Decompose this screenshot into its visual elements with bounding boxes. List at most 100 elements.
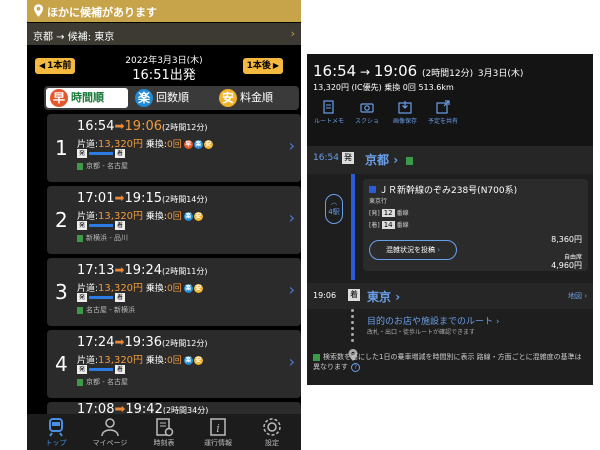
route-dep: 17:01 (77, 191, 115, 206)
route-detail-body: 16:54 発 京都 › ︿ 4駅 ＪＲ新幹線のぞみ238号(N700系) 東京… (307, 146, 593, 385)
stops-count-toggle[interactable]: ︿ 4駅 (325, 194, 343, 224)
route-badges: 楽安 (183, 211, 203, 222)
route-row[interactable]: 1 16:54➡19:06(2時間12分) 片道:13,320円 乗換:0回早楽安発… (47, 114, 301, 182)
cheap-badge-icon: 安 (219, 89, 237, 107)
arrival-station-row[interactable]: 19:06 着 東京 › 地図 › (307, 283, 593, 309)
transfer-count: 0回 (166, 212, 182, 222)
train-icon (29, 417, 83, 437)
svg-text:i: i (216, 422, 220, 435)
line-icon (406, 156, 414, 165)
arr-station[interactable]: 東京 › (367, 288, 400, 305)
destination-route-label: 目的のお店や施設までのルート (367, 317, 494, 327)
action-camera[interactable]: スクショ (347, 100, 387, 125)
action-save-image[interactable]: 画像保存 (385, 100, 425, 125)
tab-fare-order[interactable]: 安料金順 (215, 88, 297, 108)
route-times: 17:24➡19:36(2時間12分) (77, 335, 208, 350)
crowd-report-button[interactable]: 混雑状況を投稿 › (369, 240, 457, 260)
route-number: 2 (55, 208, 68, 232)
dep-platform: [発] 12 番線 (369, 208, 409, 217)
candidate-route-bar[interactable]: 京都 → 候補: 東京 › (27, 23, 301, 45)
help-icon[interactable]: ? (351, 363, 360, 372)
destination-route-link[interactable]: 目的のお店や施設までのルート › (367, 314, 499, 327)
arr-platform-tag: [着] (369, 222, 380, 229)
route-arr: 19:06 (124, 119, 162, 134)
seg-line (89, 224, 113, 227)
transfer-count: 0回 (166, 356, 182, 366)
route-arr: 19:36 (124, 335, 162, 350)
detail-summary: 13,320円 (IC優先) 乗換 0回 513.6km (313, 83, 454, 92)
alternatives-banner[interactable]: ほかに候補があります (27, 0, 301, 22)
walk-dots (351, 309, 355, 349)
action-label: 予定を共有 (427, 118, 458, 125)
next-train-button[interactable]: 1本後 ▶ (242, 58, 283, 74)
route-fare: 片道:13,320円 乗換:0回楽安 (77, 279, 203, 294)
chevron-right-icon: › (288, 280, 295, 299)
easy-badge-icon: 楽 (135, 89, 153, 107)
action-label: スクショ (354, 118, 379, 125)
route-stations: 京都 - 名古屋 (77, 377, 128, 387)
platform-suffix: 番線 (396, 222, 409, 229)
route-stations-text: 京都 - 名古屋 (86, 162, 128, 170)
route-segment-bar: 発着 (77, 293, 127, 302)
map-link[interactable]: 地図 › (568, 291, 587, 301)
arr-station-name: 東京 (367, 290, 392, 304)
transfer-label: 乗換: (145, 212, 167, 222)
route-dep: 16:54 (77, 119, 115, 134)
arr-badge: 着 (348, 289, 360, 301)
route-times: 16:54➡19:06(2時間12分) (77, 119, 208, 134)
route-row[interactable]: 3 17:13➡19:24(2時間11分) 片道:13,320円 乗換:0回楽安発着… (47, 258, 301, 326)
route-number: 4 (55, 352, 68, 376)
tab-label: マイページ (92, 439, 128, 447)
tab-timetable[interactable]: 時刻表 (137, 417, 191, 448)
transfer-count: 0回 (166, 140, 182, 150)
tab-transfer-order[interactable]: 楽回数順 (131, 88, 213, 108)
dep-platform-tag: [発] (369, 210, 380, 217)
seg-arr-badge: 着 (115, 149, 125, 158)
seg-line (89, 152, 113, 155)
arr-platform-number: 14 (381, 221, 395, 229)
title-date: 3月3日(木) (477, 69, 524, 79)
tab-person[interactable]: マイページ (83, 417, 137, 448)
timetable-icon (137, 417, 191, 437)
train-line-bar (351, 174, 355, 280)
next-train-label: 1本後 (246, 61, 271, 71)
line-icon (77, 234, 83, 242)
title-dep: 16:54 (313, 62, 357, 80)
departure-station-row[interactable]: 16:54 発 京都 › (307, 146, 593, 174)
seg-dep-badge: 発 (77, 149, 87, 158)
tab-time-order[interactable]: 早時間順 (46, 88, 128, 108)
arrow-right-icon: ➡ (114, 335, 125, 349)
chevron-right-icon: › (288, 136, 295, 155)
route-stations: 名古屋 - 新横浜 (77, 305, 135, 315)
transfer-label: 乗換: (145, 284, 167, 294)
route-row[interactable]: 4 17:24➡19:36(2時間12分) 片道:13,320円 乗換:0回楽安発着… (47, 330, 301, 398)
bottom-tab-bar: トップ マイページ 時刻表 i 運行情報 設定 (27, 414, 301, 450)
route-badge-icon: 安 (203, 139, 213, 149)
dep-time: 16:54 (313, 153, 339, 163)
chevron-right-icon: › (288, 352, 295, 371)
route-number: 1 (55, 136, 68, 160)
route-segment-bar: 発着 (77, 365, 127, 374)
route-badge-icon: 早 (183, 139, 193, 149)
tab-info[interactable]: i 運行情報 (191, 417, 245, 448)
route-arr: 19:24 (124, 263, 162, 278)
route-fare: 片道:13,320円 乗換:0回楽安 (77, 351, 203, 366)
stops-count: 4駅 (328, 208, 340, 216)
route-badge-icon: 楽 (193, 139, 203, 149)
tab-gear[interactable]: 設定 (245, 417, 299, 448)
tab-label: 時刻表 (153, 439, 175, 447)
route-times: 17:13➡19:24(2時間11分) (77, 263, 208, 278)
arrow-right-icon: ▶ (272, 61, 279, 70)
dep-station[interactable]: 京都 › (365, 151, 414, 168)
action-calendar-share[interactable]: 予定を共有 (423, 100, 463, 125)
route-badge-icon: 楽 (183, 211, 193, 221)
route-stations-text: 京都 - 名古屋 (86, 378, 128, 386)
seat-fare: 4,960円 (551, 261, 582, 270)
action-memo[interactable]: ルートメモ (309, 100, 349, 125)
tab-transfer-order-label: 回数順 (156, 91, 189, 104)
tab-train[interactable]: トップ (29, 417, 83, 448)
train-segment-card: ＪＲ新幹線のぞみ238号(N700系) 東京行 [発] 12 番線 [着] 14 番線 … (363, 179, 588, 271)
gear-icon (245, 417, 299, 437)
route-row[interactable]: 2 17:01➡19:15(2時間14分) 片道:13,320円 乗換:0回楽安発着… (47, 186, 301, 254)
train-color-icon (369, 186, 376, 193)
